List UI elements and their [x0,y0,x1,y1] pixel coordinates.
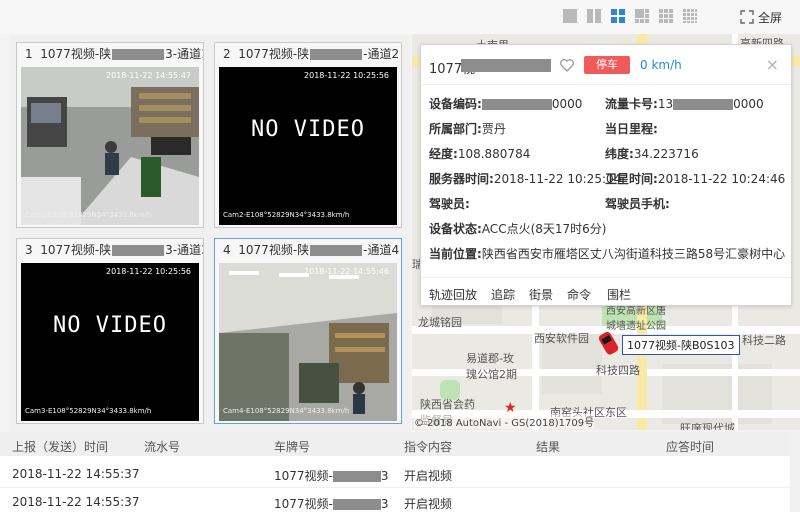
status-badge: 停车 [584,56,630,74]
table-row[interactable]: 2018-11-22 14:55:37 1077视频- 3 开启视频 [0,488,790,512]
map-copyright: © 2018 AutoNavi - GS(2018)1709号 [414,414,595,429]
table-header: 上报（发送）时间 流水号 车牌号 指令内容 结果 应答时间 [0,432,790,456]
vehicle-info-popup: 1077视 停车 0 km/h × 设备编码: 0000 流量卡号:13 0000 … [420,44,792,306]
cell-content: 开启视频 [404,497,453,511]
column-header: 上报（发送）时间 [12,440,109,454]
no-video-text: NO VIDEO [53,313,167,338]
expand-icon [740,10,754,24]
table-row[interactable]: 2018-11-22 14:55:37 1077视频- 3 开启视频 [0,460,790,488]
close-icon[interactable]: × [766,55,779,74]
command-link[interactable]: 命令 [567,286,591,303]
layout-1-button[interactable] [563,9,577,23]
current-location: 当前位置:陕西省西安市雁塔区丈八沟街道科技三路58号汇豪树中心 [429,247,786,261]
vehicle-label[interactable]: 1077视频-陕B0S103 [622,335,740,355]
video-title: 4 1077视频-陕 -通道4 [223,243,400,257]
video-title: 2 1077视频-陕 -通道2 [223,47,400,61]
layout-16-button[interactable] [683,9,697,23]
video-cell-1[interactable]: 1 1077视频-陕3-通道1 2018-11-22 14:55:47 C [16,42,204,228]
longitude: 经度:108.880784 [429,147,531,161]
layout-4-button[interactable] [611,9,625,23]
video-feed: 2018-11-22 10:25:56 NO VIDEO Cam2-E108°5… [219,67,397,225]
column-header: 应答时间 [666,440,715,454]
cell-time: 2018-11-22 14:55:37 [12,467,140,481]
track-link[interactable]: 追踪 [491,286,515,303]
video-grid: 1 1077视频-陕3-通道1 2018-11-22 14:55:47 C [10,36,410,432]
favorite-icon[interactable] [559,57,575,73]
fullscreen-button[interactable]: 全屏 [740,8,782,26]
device-status: 设备状态:ACC点火(8天17时6分) [429,222,607,236]
speed-value: 0 km/h [640,58,682,72]
server-time: 服务器时间:2018-11-22 10:25:04 [429,172,622,186]
daily-mileage: 当日里程: [605,122,658,136]
flow-card: 流量卡号:13 0000 [605,97,764,111]
column-header: 结果 [536,440,561,454]
video-cell-2[interactable]: 2 1077视频-陕 -通道2 2018-11-22 10:25:56 NO VI… [214,42,402,228]
video-title: 1 1077视频-陕3-通道1 [25,47,203,61]
driver: 驾驶员: [429,197,470,211]
column-header: 流水号 [144,440,181,454]
fullscreen-label: 全屏 [758,10,783,25]
map-label: 西安软件园 [534,332,589,345]
map-label: 龙城铭园 [418,316,462,329]
map-label: 旺庠现代城 [680,422,735,430]
office-scene-image [21,67,199,225]
video-timestamp: 2018-11-22 14:55:46 [304,267,389,276]
video-feed: 2018-11-22 14:55:46 Cam4-E108°52829N34°3… [219,263,397,421]
popup-actions: 轨迹回放 追踪 街景 命令 围栏 [421,277,791,305]
camera-info: Cam4-E108°52829N34°3433.8km/h [223,407,350,415]
satellite-time: 卫星时间:2018-11-22 10:24:46 [605,172,786,186]
driver-phone: 驾驶员手机: [605,197,670,211]
latitude: 纬度:34.223716 [605,147,699,161]
layout-9-button[interactable] [659,9,673,23]
camera-info: Cam2-E108°52829N34°3433.8km/h [223,211,350,219]
toolbar: 全屏 [0,0,800,34]
cell-content: 开启视频 [404,469,453,483]
video-cell-3[interactable]: 3 1077视频-陕3-通道3 2018-11-22 10:25:56 NO V… [16,238,204,424]
track-playback-link[interactable]: 轨迹回放 [429,286,477,303]
redacted-mask [461,59,551,72]
camera-info: Cam3-E108°52829N34°3433.8km/h [25,407,152,415]
map-label: 易道郡-玫 瑰公馆2期 [466,352,517,381]
video-feed: 2018-11-22 10:25:56 NO VIDEO Cam3-E108°5… [21,263,199,421]
layout-6-button[interactable] [635,9,649,23]
video-timestamp: 2018-11-22 10:25:56 [304,71,389,80]
fence-link[interactable]: 围栏 [607,286,631,303]
command-log-table: 上报（发送）时间 流水号 车牌号 指令内容 结果 应答时间 2018-11-22… [0,432,800,512]
street-view-link[interactable]: 街景 [529,286,553,303]
office-scene-image [219,263,397,421]
vehicle-marker-icon[interactable] [596,330,622,356]
no-video-text: NO VIDEO [251,117,365,142]
cell-plate: 1077视频- 3 [274,497,389,511]
cell-time: 2018-11-22 14:55:37 [12,495,140,509]
map-label: 科技四路 [596,364,640,377]
table-scrollbar[interactable] [790,432,800,512]
popup-header: 1077视 停车 0 km/h × [421,45,791,85]
column-header: 指令内容 [404,440,453,454]
column-header: 车牌号 [274,440,311,454]
cell-plate: 1077视频- 3 [274,469,389,483]
department: 所属部门:贾丹 [429,122,506,136]
video-cell-4[interactable]: 4 1077视频-陕 -通道4 2018-11-22 14:55:46 Cam4-… [214,238,402,424]
video-timestamp: 2018-11-22 10:25:56 [106,267,191,276]
map-label: 西安高新区唐 城墙遗址公园 [606,306,666,332]
device-code: 设备编码: 0000 [429,97,583,111]
video-feed: 2018-11-22 14:55:47 Cam1-E108°52829N34°3… [21,67,199,225]
video-title: 3 1077视频-陕3-通道3 [25,243,203,257]
layout-2-button[interactable] [587,9,601,23]
map-label: 科技二路 [742,334,786,347]
video-timestamp: 2018-11-22 14:55:47 [106,71,191,80]
camera-info: Cam1-E108°52829N34°3433.8km/h [25,211,152,219]
